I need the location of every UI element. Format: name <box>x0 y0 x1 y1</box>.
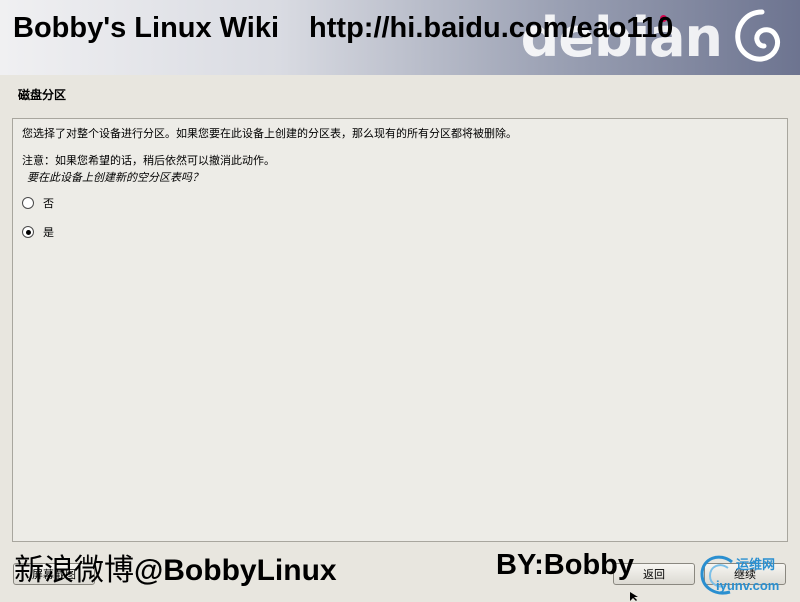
header-banner: debian Bobby's Linux Wiki http://hi.baidu… <box>0 0 800 75</box>
radio-yes-icon[interactable] <box>22 226 34 238</box>
option-yes[interactable]: 是 <box>22 224 54 240</box>
site-logo-en: iyunv.com <box>716 578 780 593</box>
question-text: 要在此设备上创建新的空分区表吗？ <box>27 171 203 184</box>
debian-swirl-icon <box>735 9 781 62</box>
description-text: 您选择了对整个设备进行分区。如果您要在此设备上创建的分区表，那么现有的所有分区都… <box>22 127 517 140</box>
option-yes-label: 是 <box>43 226 54 239</box>
site-logo-cn: 运维网 <box>736 558 776 573</box>
note-text: 注意：如果您希望的话，稍后依然可以撤消此动作。 <box>22 154 275 167</box>
banner-watermark-title: Bobby's Linux Wiki <box>13 12 280 44</box>
author-watermark: BY:Bobby <box>496 549 635 581</box>
banner-watermark-url: http://hi.baidu.com/eao110 <box>309 12 674 44</box>
mouse-cursor-icon <box>630 592 638 601</box>
content-panel: 您选择了对整个设备进行分区。如果您要在此设备上创建的分区表，那么现有的所有分区都… <box>12 118 788 542</box>
weibo-handle: @BobbyLinux <box>134 554 337 587</box>
weibo-watermark: 新浪微博@BobbyLinux <box>14 545 337 589</box>
option-no-label: 否 <box>43 197 54 210</box>
banner-watermark: Bobby's Linux Wiki http://hi.baidu.com/ea… <box>13 12 673 45</box>
weibo-prefix: 新浪微博 <box>14 553 134 588</box>
radio-no-icon[interactable] <box>22 197 34 209</box>
page-title: 磁盘分区 <box>18 88 67 102</box>
option-no[interactable]: 否 <box>22 195 54 211</box>
site-logo: 运维网 iyunv.com <box>698 552 798 598</box>
